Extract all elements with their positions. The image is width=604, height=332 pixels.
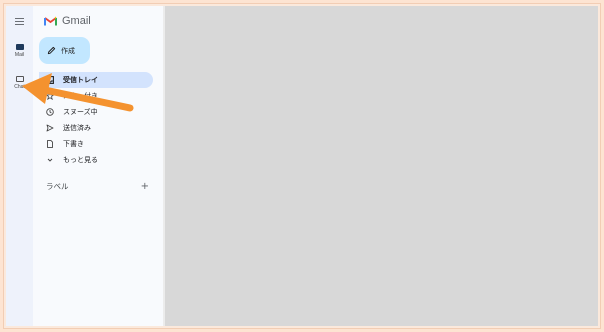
rail-item-chat-label: Chat xyxy=(14,84,25,90)
compose-button[interactable]: 作成 xyxy=(39,37,90,64)
nav-item-more[interactable]: もっと見る xyxy=(39,152,153,168)
draft-icon xyxy=(46,140,54,148)
nav-item-snoozed[interactable]: スヌーズ中 xyxy=(39,104,153,120)
panel-divider xyxy=(163,6,165,326)
gmail-logo-text: Gmail xyxy=(62,15,91,27)
rail-item-mail[interactable]: Mail xyxy=(6,44,33,58)
nav-item-sent-label: 送信済み xyxy=(63,124,91,132)
rail-item-chat[interactable]: Chat xyxy=(6,76,33,90)
inbox-icon xyxy=(46,76,54,84)
chevron-down-icon xyxy=(46,156,54,164)
nav-item-starred[interactable]: スター付き xyxy=(39,88,153,104)
compose-label: 作成 xyxy=(61,46,75,55)
clock-icon xyxy=(46,108,54,116)
app-rail: Mail Chat xyxy=(6,6,33,326)
gmail-m-icon xyxy=(44,16,57,26)
hamburger-icon[interactable] xyxy=(12,14,26,28)
mail-icon xyxy=(15,44,24,50)
nav-item-snoozed-label: スヌーズ中 xyxy=(63,108,98,116)
labels-section: ラベル + xyxy=(46,181,149,192)
nav-item-sent[interactable]: 送信済み xyxy=(39,120,153,136)
labels-title: ラベル xyxy=(46,182,69,191)
chat-icon xyxy=(15,76,24,82)
pencil-icon xyxy=(47,46,56,55)
nav-item-more-label: もっと見る xyxy=(63,156,98,164)
plus-icon[interactable]: + xyxy=(141,181,149,192)
gmail-window: Mail Chat Gmail 作成 受信トレイ スター付き スヌーズ中 送信済… xyxy=(6,6,598,326)
star-icon xyxy=(46,92,54,100)
gmail-logo[interactable]: Gmail xyxy=(44,15,91,27)
nav-list: 受信トレイ スター付き スヌーズ中 送信済み 下書き もっと見る xyxy=(39,72,153,168)
nav-item-inbox[interactable]: 受信トレイ xyxy=(39,72,153,88)
send-icon xyxy=(46,124,54,132)
rail-item-mail-label: Mail xyxy=(14,52,25,58)
nav-item-drafts-label: 下書き xyxy=(63,140,84,148)
nav-item-inbox-label: 受信トレイ xyxy=(63,76,98,84)
nav-item-starred-label: スター付き xyxy=(63,92,98,100)
nav-item-drafts[interactable]: 下書き xyxy=(39,136,153,152)
